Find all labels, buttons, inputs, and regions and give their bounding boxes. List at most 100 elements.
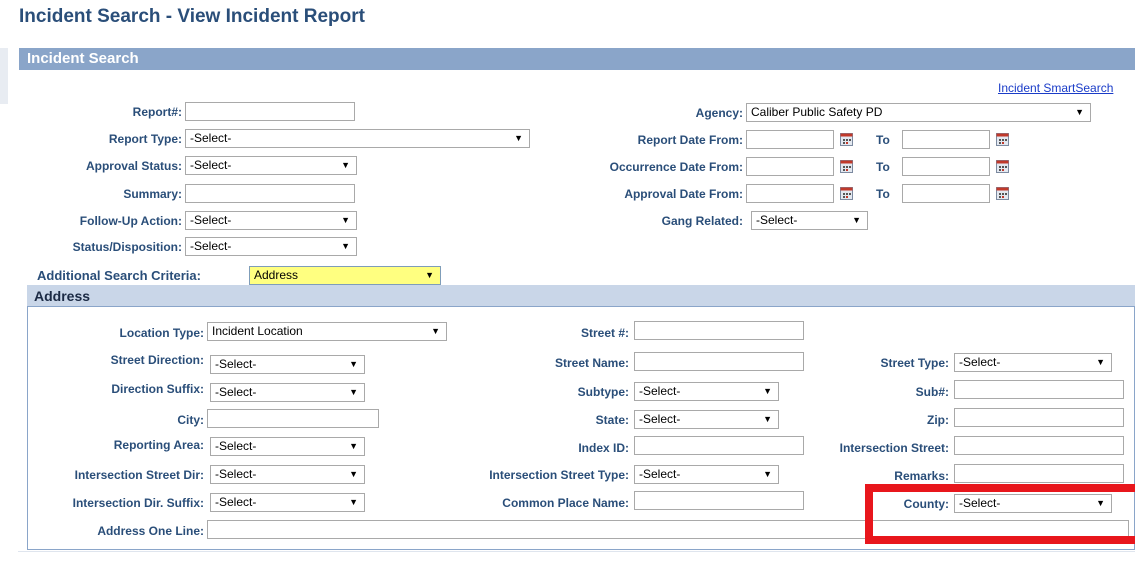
common-place-name-input[interactable]: [634, 491, 804, 510]
location-type-value: Incident Location: [212, 324, 303, 338]
street-name-input[interactable]: [634, 352, 804, 371]
agency-select[interactable]: Caliber Public Safety PD ▼: [746, 103, 1091, 122]
city-input[interactable]: [207, 409, 379, 428]
reporting-area-select[interactable]: -Select- ▼: [210, 437, 365, 456]
approval-status-label: Approval Status:: [85, 159, 182, 173]
agency-label: Agency:: [695, 106, 743, 120]
intersection-street-type-value: -Select-: [639, 467, 681, 481]
follow-up-action-select[interactable]: -Select- ▼: [185, 211, 357, 230]
direction-suffix-value: -Select-: [215, 385, 257, 399]
chevron-down-icon: ▼: [763, 386, 772, 396]
status-disposition-label: Status/Disposition:: [72, 240, 182, 254]
chevron-down-icon: ▼: [349, 359, 358, 369]
location-type-label: Location Type:: [119, 326, 204, 340]
chevron-down-icon: ▼: [349, 497, 358, 507]
subtype-select[interactable]: -Select- ▼: [634, 382, 779, 401]
chevron-down-icon: ▼: [349, 469, 358, 479]
chevron-down-icon: ▼: [763, 414, 772, 424]
city-label: City:: [177, 413, 204, 427]
chevron-down-icon: ▼: [341, 160, 350, 170]
chevron-down-icon: ▼: [349, 387, 358, 397]
intersection-dir-suffix-value: -Select-: [215, 495, 257, 509]
intersection-street-type-select[interactable]: -Select- ▼: [634, 465, 779, 484]
report-number-label: Report#:: [132, 105, 182, 119]
index-id-input[interactable]: [634, 436, 804, 455]
status-disposition-select[interactable]: -Select- ▼: [185, 237, 357, 256]
occurrence-date-from-label: Occurrence Date From:: [609, 160, 743, 174]
intersection-street-input[interactable]: [954, 436, 1124, 455]
calendar-icon[interactable]: [996, 160, 1009, 173]
status-disposition-value: -Select-: [190, 239, 232, 253]
occurrence-date-to-label: To: [876, 160, 890, 174]
reporting-area-label: Reporting Area:: [113, 438, 204, 452]
approval-date-from-input[interactable]: [746, 184, 834, 203]
street-number-input[interactable]: [634, 321, 804, 340]
chevron-down-icon: ▼: [431, 326, 440, 336]
street-number-label: Street #:: [580, 326, 629, 340]
summary-input[interactable]: [185, 184, 355, 203]
chevron-down-icon: ▼: [852, 215, 861, 225]
report-type-value: -Select-: [190, 131, 232, 145]
intersection-dir-suffix-label: Intersection Dir. Suffix:: [72, 496, 204, 510]
street-type-value: -Select-: [959, 355, 1001, 369]
calendar-icon[interactable]: [996, 187, 1009, 200]
report-date-from-label: Report Date From:: [637, 133, 743, 147]
follow-up-action-label: Follow-Up Action:: [79, 214, 182, 228]
occurrence-date-to-input[interactable]: [902, 157, 990, 176]
zip-label: Zip:: [927, 413, 949, 427]
zip-input[interactable]: [954, 408, 1124, 427]
state-value: -Select-: [639, 412, 681, 426]
direction-suffix-select[interactable]: -Select- ▼: [210, 383, 365, 402]
intersection-street-dir-select[interactable]: -Select- ▼: [210, 465, 365, 484]
chevron-down-icon: ▼: [514, 133, 523, 143]
intersection-dir-suffix-select[interactable]: -Select- ▼: [210, 493, 365, 512]
location-type-select[interactable]: Incident Location ▼: [207, 322, 447, 341]
remarks-label: Remarks:: [894, 469, 949, 483]
report-date-to-input[interactable]: [902, 130, 990, 149]
intersection-street-label: Intersection Street:: [839, 441, 949, 455]
red-annotation-box: [865, 484, 1135, 544]
subtype-value: -Select-: [639, 384, 681, 398]
intersection-street-dir-value: -Select-: [215, 467, 257, 481]
street-type-select[interactable]: -Select- ▼: [954, 353, 1112, 372]
additional-search-criteria-select[interactable]: Address ▼: [249, 266, 441, 285]
calendar-icon[interactable]: [996, 133, 1009, 146]
approval-status-select[interactable]: -Select- ▼: [185, 156, 357, 175]
summary-label: Summary:: [123, 187, 182, 201]
report-type-select[interactable]: -Select- ▼: [185, 129, 530, 148]
street-direction-select[interactable]: -Select- ▼: [210, 355, 365, 374]
intersection-street-type-label: Intersection Street Type:: [489, 468, 629, 482]
sub-number-input[interactable]: [954, 380, 1124, 399]
report-date-from-input[interactable]: [746, 130, 834, 149]
gang-related-select[interactable]: -Select- ▼: [751, 211, 868, 230]
incident-smartsearch-link[interactable]: Incident SmartSearch: [998, 81, 1113, 95]
report-date-to-label: To: [876, 133, 890, 147]
address-one-line-label: Address One Line:: [97, 524, 204, 538]
approval-status-value: -Select-: [190, 158, 232, 172]
state-select[interactable]: -Select- ▼: [634, 410, 779, 429]
intersection-street-dir-label: Intersection Street Dir:: [74, 468, 204, 482]
common-place-name-label: Common Place Name:: [502, 496, 629, 510]
report-number-input[interactable]: [185, 102, 355, 121]
calendar-icon[interactable]: [840, 160, 853, 173]
subtype-label: Subtype:: [577, 385, 629, 399]
chevron-down-icon: ▼: [349, 441, 358, 451]
approval-date-to-input[interactable]: [902, 184, 990, 203]
chevron-down-icon: ▼: [1096, 357, 1105, 367]
agency-value: Caliber Public Safety PD: [751, 105, 883, 119]
state-label: State:: [595, 413, 629, 427]
approval-date-to-label: To: [876, 187, 890, 201]
remarks-input[interactable]: [954, 464, 1124, 483]
chevron-down-icon: ▼: [763, 469, 772, 479]
calendar-icon[interactable]: [840, 133, 853, 146]
page-title: Incident Search - View Incident Report: [19, 6, 365, 27]
street-direction-label: Street Direction:: [110, 353, 204, 367]
gang-related-value: -Select-: [756, 213, 798, 227]
left-accent-bar: [0, 48, 8, 104]
follow-up-action-value: -Select-: [190, 213, 232, 227]
occurrence-date-from-input[interactable]: [746, 157, 834, 176]
calendar-icon[interactable]: [840, 187, 853, 200]
chevron-down-icon: ▼: [425, 270, 434, 280]
report-type-label: Report Type:: [108, 132, 182, 146]
reporting-area-value: -Select-: [215, 439, 257, 453]
